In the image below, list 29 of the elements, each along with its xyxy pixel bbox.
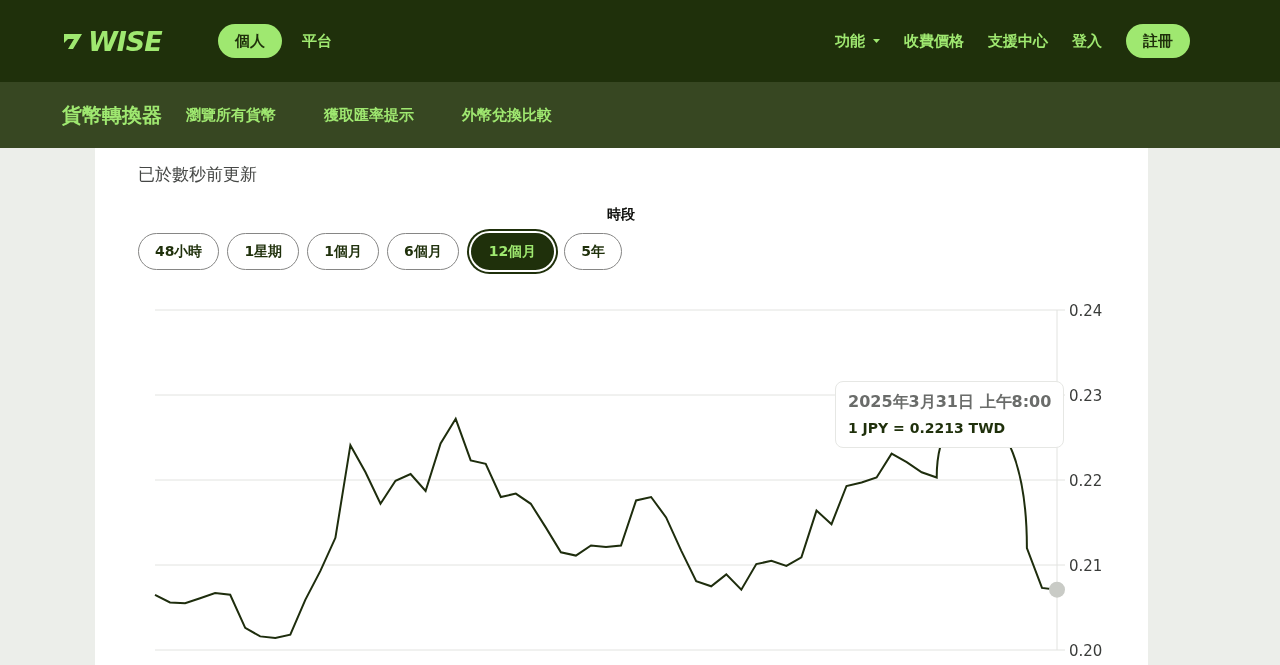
- flag-logo-icon: [62, 31, 84, 51]
- tooltip-date: 2025年3月31日 上午8:00: [848, 390, 1052, 413]
- period-button[interactable]: 48小時: [138, 232, 220, 270]
- nav-link[interactable]: 支援中心: [984, 23, 1052, 59]
- axis-tick-label: 0.20: [1069, 641, 1103, 660]
- caret-icon: [873, 39, 880, 43]
- logo[interactable]: WISE: [88, 27, 162, 55]
- period-button[interactable]: 5年: [564, 232, 622, 270]
- period-label: 時段: [606, 204, 635, 224]
- axis-tick-label: 0.22: [1069, 471, 1103, 490]
- segment-tab[interactable]: 個人: [217, 23, 282, 59]
- nav-link[interactable]: 登入: [1068, 23, 1106, 59]
- period-button[interactable]: 1星期: [227, 232, 300, 270]
- signup-button[interactable]: 註冊: [1126, 23, 1190, 59]
- subnav-link[interactable]: 外幣兌換比較: [462, 103, 552, 127]
- page-title[interactable]: 貨幣轉換器: [62, 100, 162, 130]
- period-button[interactable]: 1個月: [307, 232, 379, 270]
- axis-tick-label: 0.23: [1069, 386, 1103, 405]
- updated-text: 已於數秒前更新: [138, 163, 258, 186]
- end-point-marker[interactable]: [1049, 581, 1065, 598]
- tooltip-rate: 1 JPY = 0.2213 TWD: [848, 418, 1007, 438]
- nav-link[interactable]: 收費價格: [900, 23, 968, 59]
- menu-dropdown[interactable]: 功能: [831, 23, 884, 59]
- segment-tab[interactable]: 平台: [297, 23, 336, 59]
- subnav-link[interactable]: 獲取匯率提示: [324, 103, 414, 127]
- axis-tick-label: 0.24: [1069, 301, 1103, 320]
- axis-tick-label: 0.21: [1069, 556, 1103, 575]
- period-button[interactable]: 6個月: [387, 232, 459, 270]
- subnav-link[interactable]: 瀏覽所有貨幣: [186, 103, 276, 127]
